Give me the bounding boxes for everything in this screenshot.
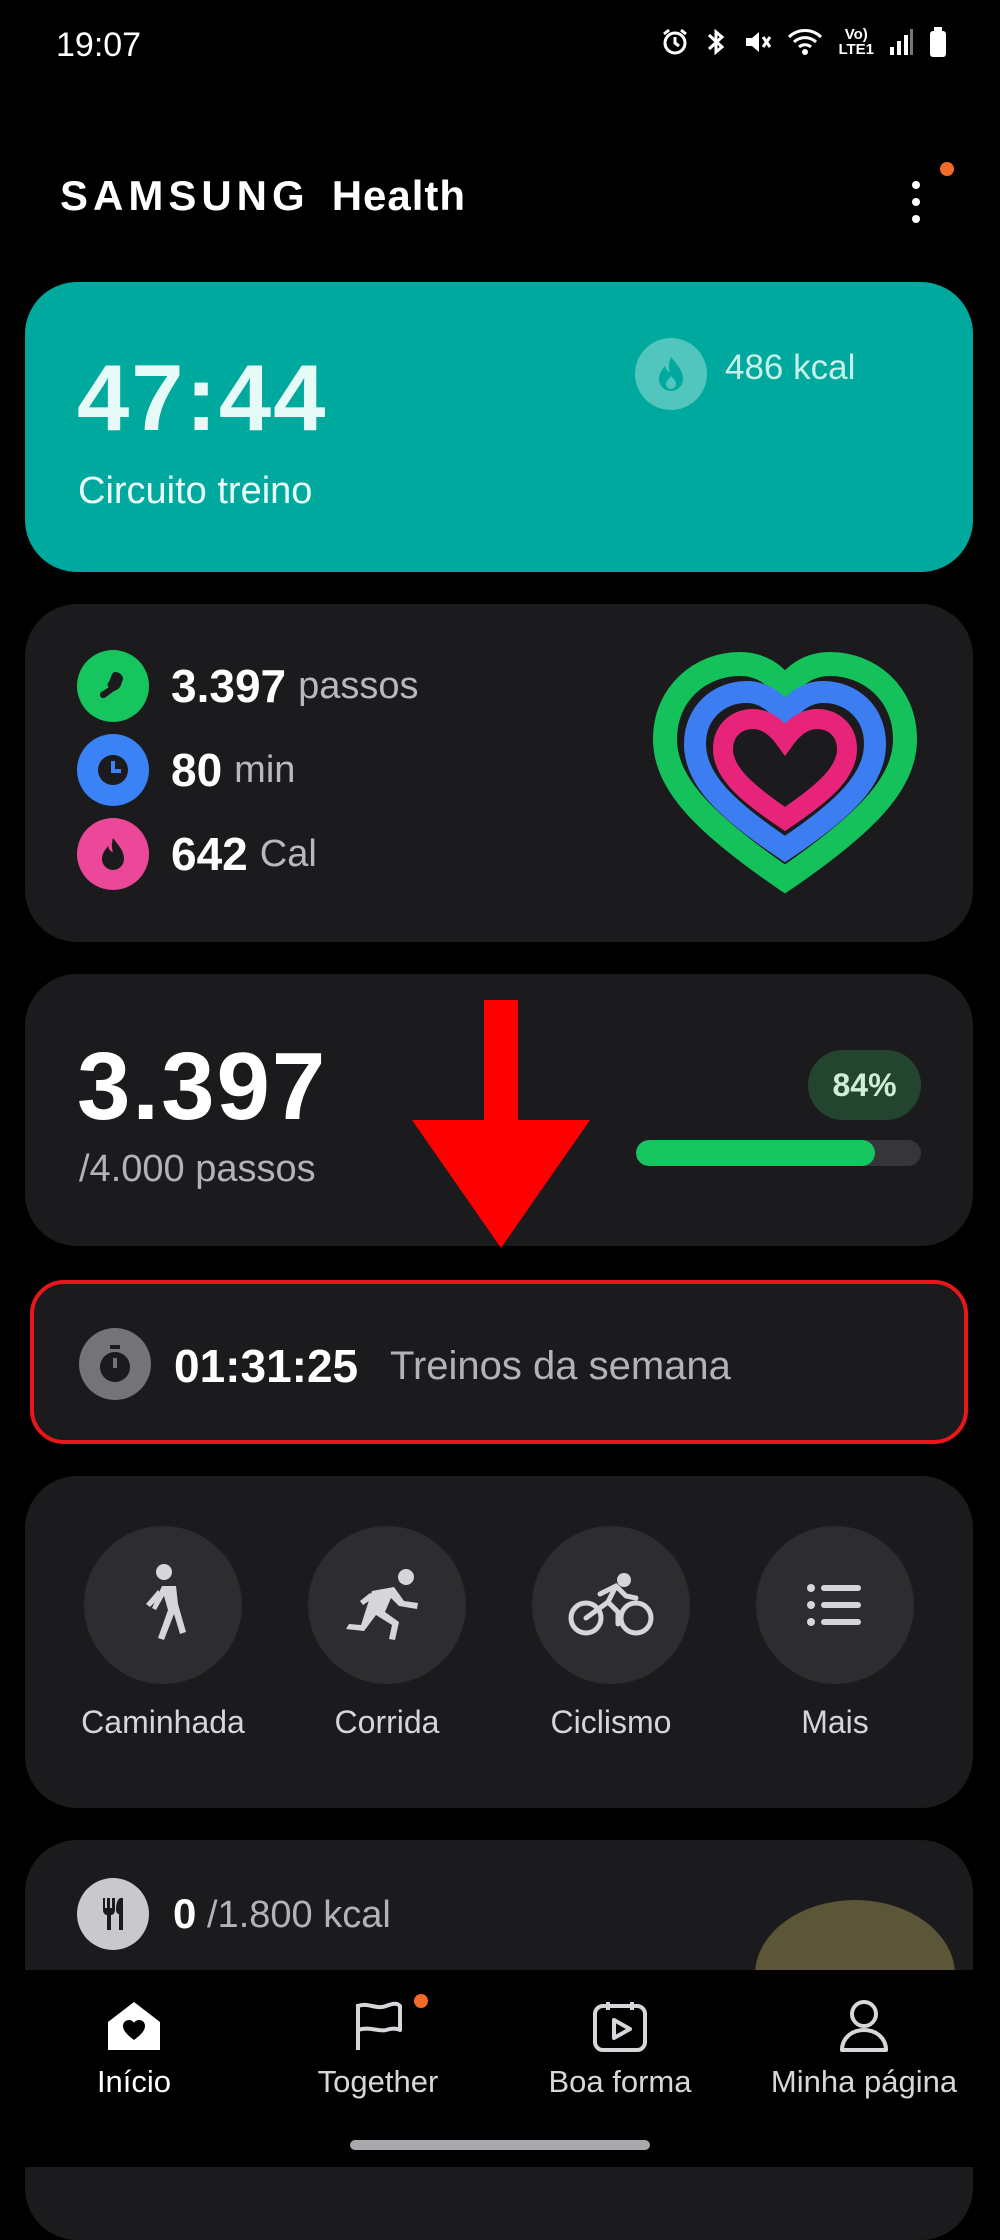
more-dot-icon — [912, 215, 920, 223]
nav-my-page[interactable]: Minha página — [744, 1998, 984, 2100]
food-calories-value: 0 — [173, 1890, 197, 1937]
app-name: Health — [331, 172, 467, 219]
workout-calories: 486 kcal — [725, 348, 856, 387]
notification-dot — [940, 162, 954, 176]
steps-row: 3.397 passos — [77, 650, 419, 722]
nav-label: Início — [96, 2064, 172, 2099]
shortcut-running[interactable]: Corrida — [297, 1526, 477, 1741]
more-dot-icon — [912, 181, 920, 189]
minutes-value: 80 — [171, 744, 223, 796]
red-arrow-annotation-icon — [412, 1000, 590, 1248]
fork-knife-icon — [77, 1878, 149, 1950]
more-dot-icon — [912, 198, 920, 206]
signal-icon — [890, 29, 913, 55]
bluetooth-icon — [708, 28, 725, 56]
notification-dot — [414, 1994, 428, 2008]
weekly-workouts-card[interactable]: 01:31:25 Treinos da semana — [30, 1280, 968, 1444]
nav-label: Minha página — [770, 2064, 958, 2099]
nav-home[interactable]: Início — [14, 1998, 254, 2100]
status-icons: Vo) LTE1 — [660, 26, 948, 58]
flag-icon — [356, 2001, 402, 2050]
video-calendar-icon — [593, 2002, 647, 2052]
app-title: SAMSUNG Health — [60, 172, 466, 220]
stopwatch-icon — [79, 1328, 151, 1400]
battery-icon — [930, 27, 946, 57]
shortcut-label: Corrida — [334, 1704, 440, 1740]
walk-icon — [84, 1526, 242, 1684]
mute-icon — [746, 32, 772, 52]
nav-together[interactable]: Together — [258, 1998, 498, 2100]
network-type-icon: Vo) LTE1 — [838, 26, 874, 58]
workout-name: Circuito treino — [78, 470, 313, 512]
weekly-workout-label: Treinos da semana — [390, 1344, 731, 1388]
flame-icon — [77, 818, 149, 890]
shortcut-label: Caminhada — [81, 1704, 245, 1740]
clock-icon — [77, 734, 149, 806]
workout-card[interactable]: 47:44 Circuito treino 486 kcal — [25, 282, 973, 572]
status-time: 19:07 — [56, 26, 142, 64]
steps-goal-text: /4.000 passos — [79, 1148, 316, 1190]
nav-fitness[interactable]: Boa forma — [500, 1998, 740, 2100]
calories-value: 642 — [171, 828, 248, 880]
activity-summary-card[interactable]: 3.397 passos 80 min 642 Cal — [25, 604, 973, 942]
wifi-icon — [788, 29, 823, 55]
steps-unit: passos — [298, 664, 419, 707]
minutes-unit: min — [234, 748, 296, 791]
alarm-icon — [663, 28, 688, 55]
shortcut-label: Ciclismo — [550, 1704, 672, 1740]
activity-heart-rings-icon — [652, 651, 918, 894]
steps-progress-fill — [636, 1140, 876, 1166]
calories-unit: Cal — [259, 832, 317, 875]
calories-row: 642 Cal — [77, 818, 317, 890]
steps-progress-bar — [636, 1140, 921, 1166]
home-icon — [108, 2002, 160, 2050]
minutes-row: 80 min — [77, 734, 295, 806]
steps-value: 3.397 — [171, 660, 287, 712]
more-options-button[interactable] — [896, 170, 936, 234]
exercise-shortcuts-card: Caminhada Corrida Ciclismo Mais — [25, 1476, 973, 1808]
list-icon — [756, 1526, 914, 1684]
food-calories-goal: /1.800 kcal — [207, 1894, 391, 1936]
run-icon — [308, 1526, 466, 1684]
steps-count: 3.397 — [77, 1033, 328, 1140]
home-indicator[interactable] — [350, 2140, 650, 2150]
nav-label: Boa forma — [548, 2064, 692, 2099]
workout-duration: 47:44 — [77, 345, 328, 450]
nav-label: Together — [317, 2064, 439, 2099]
bike-icon — [532, 1526, 690, 1684]
shortcut-label: Mais — [801, 1704, 869, 1740]
shoe-icon — [77, 650, 149, 722]
flame-icon — [635, 338, 707, 410]
shortcut-walking[interactable]: Caminhada — [73, 1526, 253, 1741]
steps-percent-badge: 84% — [808, 1050, 921, 1120]
brand-name: SAMSUNG — [60, 172, 310, 219]
shortcut-more[interactable]: Mais — [745, 1526, 925, 1741]
bottom-navigation: Início Together Boa forma Minha página — [0, 1970, 1000, 2167]
person-icon — [840, 2000, 888, 2052]
shortcut-cycling[interactable]: Ciclismo — [521, 1526, 701, 1741]
weekly-workout-time: 01:31:25 — [174, 1340, 359, 1392]
